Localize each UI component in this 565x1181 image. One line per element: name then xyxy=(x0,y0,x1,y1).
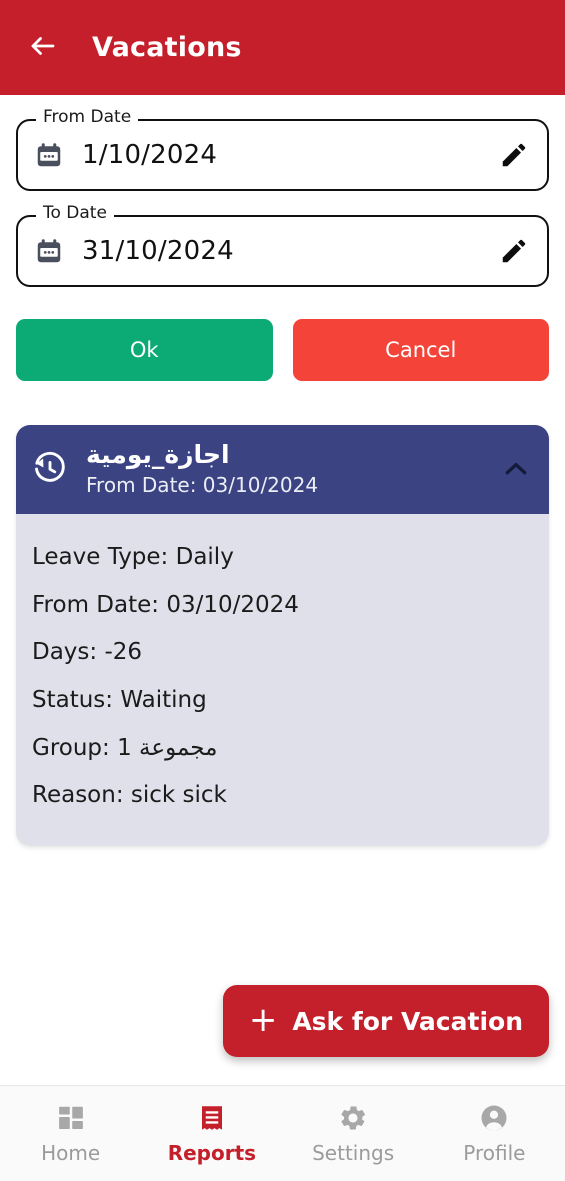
dashboard-grid-icon xyxy=(56,1102,86,1134)
ask-for-vacation-label: Ask for Vacation xyxy=(292,1006,523,1036)
chevron-up-icon[interactable] xyxy=(501,454,531,484)
detail-from-date: From Date: 03/10/2024 xyxy=(32,591,299,618)
vacation-card: اجازة_يومية From Date: 03/10/2024 Leave … xyxy=(16,425,549,846)
vacation-type-title: اجازة_يومية xyxy=(86,440,230,469)
vacation-card-head-text: اجازة_يومية From Date: 03/10/2024 xyxy=(86,439,501,498)
from-date-label: From Date xyxy=(36,109,139,126)
calendar-icon xyxy=(34,140,64,170)
detail-leave-type: Leave Type: Daily xyxy=(32,544,234,571)
to-date-field[interactable]: To Date 31/10/2024 xyxy=(16,205,549,287)
page-title: Vacations xyxy=(92,32,242,63)
nav-label-home: Home xyxy=(41,1141,101,1165)
detail-status: Status: Waiting xyxy=(32,687,207,714)
ok-button[interactable]: Ok xyxy=(16,319,273,381)
pencil-edit-icon[interactable] xyxy=(499,236,529,266)
app-bar: Vacations xyxy=(0,0,565,95)
nav-item-home[interactable]: Home xyxy=(0,1102,141,1165)
arrow-left-icon xyxy=(28,31,58,64)
nav-item-profile[interactable]: Profile xyxy=(424,1102,565,1165)
ask-for-vacation-button[interactable]: + Ask for Vacation xyxy=(222,985,549,1057)
vacations-screen: Vacations From Date 1/10/2024 To Date 31… xyxy=(0,0,565,1181)
nav-label-reports: Reports xyxy=(167,1141,257,1165)
vacation-card-body: Leave Type: Daily From Date: 03/10/2024 … xyxy=(16,514,549,846)
cancel-button[interactable]: Cancel xyxy=(292,319,549,381)
vacation-card-header[interactable]: اجازة_يومية From Date: 03/10/2024 xyxy=(16,425,549,515)
detail-reason: Reason: sick sick xyxy=(32,782,227,809)
bottom-navigation: Home Reports Settings Profile xyxy=(0,1085,565,1181)
to-date-label: To Date xyxy=(36,205,114,222)
from-date-value[interactable]: 1/10/2024 xyxy=(82,140,499,170)
to-date-value[interactable]: 31/10/2024 xyxy=(82,236,499,266)
pencil-edit-icon[interactable] xyxy=(499,140,529,170)
nav-item-reports[interactable]: Reports xyxy=(141,1102,282,1165)
receipt-list-icon xyxy=(197,1102,227,1134)
plus-icon: + xyxy=(248,999,278,1040)
vacation-from-date-subtitle: From Date: 03/10/2024 xyxy=(86,473,319,498)
detail-group: Group: مجموعة 1 xyxy=(32,734,218,761)
detail-days: Days: -26 xyxy=(32,639,143,666)
back-button[interactable] xyxy=(22,27,64,69)
nav-label-profile: Profile xyxy=(463,1141,526,1165)
gear-icon xyxy=(338,1102,368,1134)
filter-actions: Ok Cancel xyxy=(16,319,549,381)
main-content: From Date 1/10/2024 To Date 31/10/2024 O… xyxy=(0,95,565,1085)
history-icon xyxy=(32,451,68,487)
person-circle-icon xyxy=(479,1102,509,1134)
nav-label-settings: Settings xyxy=(312,1141,395,1165)
calendar-icon xyxy=(34,236,64,266)
from-date-field[interactable]: From Date 1/10/2024 xyxy=(16,109,549,191)
nav-item-settings[interactable]: Settings xyxy=(283,1102,424,1165)
